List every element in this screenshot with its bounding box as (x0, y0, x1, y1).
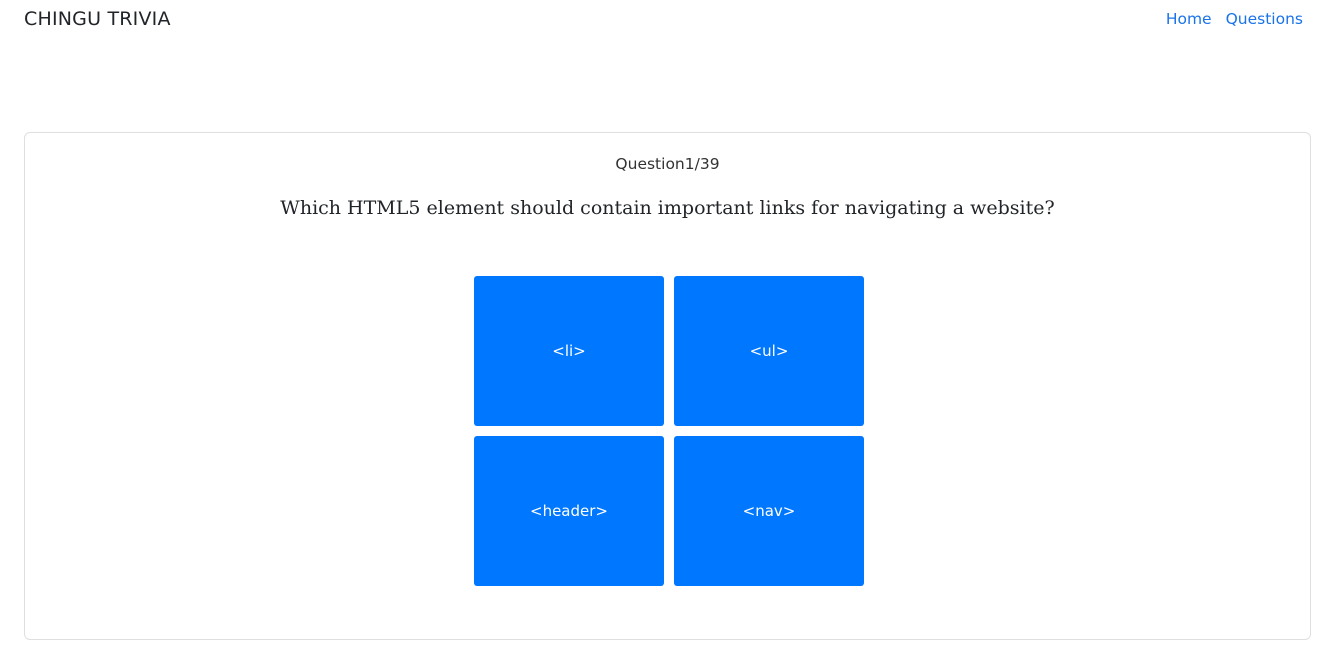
answer-button-nav[interactable]: <nav> (674, 436, 864, 586)
question-text: Which HTML5 element should contain impor… (280, 197, 1055, 219)
answer-grid: <li> <ul> <header> <nav> (474, 276, 864, 586)
question-counter: Question1/39 (615, 155, 720, 173)
navbar: CHINGU TRIVIA Home Questions (0, 0, 1342, 40)
answer-button-header[interactable]: <header> (474, 436, 664, 586)
brand-logo-text[interactable]: CHINGU TRIVIA (24, 8, 171, 30)
answer-button-li[interactable]: <li> (474, 276, 664, 426)
answer-button-ul[interactable]: <ul> (674, 276, 864, 426)
quiz-card: Question1/39 Which HTML5 element should … (24, 132, 1311, 640)
nav-link-home[interactable]: Home (1166, 10, 1212, 28)
nav-link-questions[interactable]: Questions (1226, 10, 1303, 28)
nav-links: Home Questions (1166, 10, 1303, 28)
